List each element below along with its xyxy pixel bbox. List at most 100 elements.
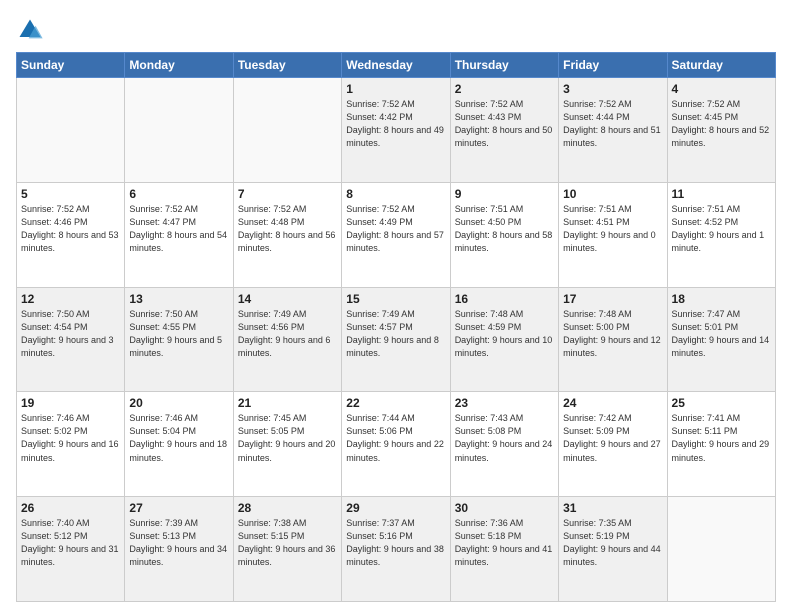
day-info: Sunrise: 7:52 AMSunset: 4:49 PMDaylight:… xyxy=(346,203,445,255)
calendar-cell: 12Sunrise: 7:50 AMSunset: 4:54 PMDayligh… xyxy=(17,287,125,392)
calendar-cell: 14 Sunrise: 7:49 AMSunset: 4:56 PMDayligh… xyxy=(233,287,341,392)
calendar-cell: 9 Sunrise: 7:51 AMSunset: 4:50 PMDaylight… xyxy=(450,182,558,287)
calendar-cell: 20 Sunrise: 7:46 AMSunset: 5:04 PMDayligh… xyxy=(125,392,233,497)
day-number: 3 xyxy=(563,82,662,96)
calendar-cell: 24 Sunrise: 7:42 AMSunset: 5:09 PMDayligh… xyxy=(559,392,667,497)
calendar-cell: 26 Sunrise: 7:40 AMSunset: 5:12 PMDayligh… xyxy=(17,497,125,602)
calendar-cell: 1 Sunrise: 7:52 AMSunset: 4:42 PMDaylight… xyxy=(342,78,450,183)
day-info: Sunrise: 7:52 AMSunset: 4:47 PMDaylight:… xyxy=(129,203,228,255)
calendar-cell: 13 Sunrise: 7:50 AMSunset: 4:55 PMDayligh… xyxy=(125,287,233,392)
day-info: Sunrise: 7:52 AMSunset: 4:43 PMDaylight:… xyxy=(455,98,554,150)
calendar-cell: 18 Sunrise: 7:47 AMSunset: 5:01 PMDayligh… xyxy=(667,287,775,392)
day-number: 17 xyxy=(563,292,662,306)
day-info: Sunrise: 7:36 AMSunset: 5:18 PMDaylight:… xyxy=(455,517,554,569)
day-info: Sunrise: 7:43 AMSunset: 5:08 PMDaylight:… xyxy=(455,412,554,464)
day-info: Sunrise: 7:52 AMSunset: 4:44 PMDaylight:… xyxy=(563,98,662,150)
calendar-cell: 30 Sunrise: 7:36 AMSunset: 5:18 PMDayligh… xyxy=(450,497,558,602)
day-number: 30 xyxy=(455,501,554,515)
calendar-cell: 22Sunrise: 7:44 AMSunset: 5:06 PMDayligh… xyxy=(342,392,450,497)
day-number: 21 xyxy=(238,396,337,410)
day-number: 5 xyxy=(21,187,120,201)
week-row-4: 26 Sunrise: 7:40 AMSunset: 5:12 PMDayligh… xyxy=(17,497,776,602)
calendar-cell: 10 Sunrise: 7:51 AMSunset: 4:51 PMDayligh… xyxy=(559,182,667,287)
day-number: 14 xyxy=(238,292,337,306)
logo xyxy=(16,16,48,44)
week-row-2: 12Sunrise: 7:50 AMSunset: 4:54 PMDayligh… xyxy=(17,287,776,392)
calendar-cell: 6 Sunrise: 7:52 AMSunset: 4:47 PMDaylight… xyxy=(125,182,233,287)
day-number: 11 xyxy=(672,187,771,201)
day-info: Sunrise: 7:41 AMSunset: 5:11 PMDaylight:… xyxy=(672,412,771,464)
page: SundayMondayTuesdayWednesdayThursdayFrid… xyxy=(0,0,792,612)
day-info: Sunrise: 7:45 AMSunset: 5:05 PMDaylight:… xyxy=(238,412,337,464)
day-info: Sunrise: 7:42 AMSunset: 5:09 PMDaylight:… xyxy=(563,412,662,464)
calendar-cell: 31Sunrise: 7:35 AMSunset: 5:19 PMDayligh… xyxy=(559,497,667,602)
day-info: Sunrise: 7:46 AMSunset: 5:02 PMDaylight:… xyxy=(21,412,120,464)
day-info: Sunrise: 7:44 AMSunset: 5:06 PMDaylight:… xyxy=(346,412,445,464)
calendar-cell: 29 Sunrise: 7:37 AMSunset: 5:16 PMDayligh… xyxy=(342,497,450,602)
day-info: Sunrise: 7:52 AMSunset: 4:48 PMDaylight:… xyxy=(238,203,337,255)
calendar-cell: 25Sunrise: 7:41 AMSunset: 5:11 PMDayligh… xyxy=(667,392,775,497)
weekday-thursday: Thursday xyxy=(450,53,558,78)
day-info: Sunrise: 7:50 AMSunset: 4:55 PMDaylight:… xyxy=(129,308,228,360)
week-row-1: 5 Sunrise: 7:52 AMSunset: 4:46 PMDaylight… xyxy=(17,182,776,287)
weekday-tuesday: Tuesday xyxy=(233,53,341,78)
day-number: 10 xyxy=(563,187,662,201)
calendar-cell: 2 Sunrise: 7:52 AMSunset: 4:43 PMDaylight… xyxy=(450,78,558,183)
calendar-cell: 7 Sunrise: 7:52 AMSunset: 4:48 PMDaylight… xyxy=(233,182,341,287)
calendar-cell: 28 Sunrise: 7:38 AMSunset: 5:15 PMDayligh… xyxy=(233,497,341,602)
day-info: Sunrise: 7:40 AMSunset: 5:12 PMDaylight:… xyxy=(21,517,120,569)
day-number: 4 xyxy=(672,82,771,96)
day-number: 27 xyxy=(129,501,228,515)
calendar-cell xyxy=(233,78,341,183)
day-number: 9 xyxy=(455,187,554,201)
day-number: 18 xyxy=(672,292,771,306)
day-info: Sunrise: 7:47 AMSunset: 5:01 PMDaylight:… xyxy=(672,308,771,360)
day-info: Sunrise: 7:48 AMSunset: 4:59 PMDaylight:… xyxy=(455,308,554,360)
day-number: 1 xyxy=(346,82,445,96)
weekday-sunday: Sunday xyxy=(17,53,125,78)
day-number: 20 xyxy=(129,396,228,410)
day-info: Sunrise: 7:51 AMSunset: 4:52 PMDaylight:… xyxy=(672,203,771,255)
day-info: Sunrise: 7:50 AMSunset: 4:54 PMDaylight:… xyxy=(21,308,120,360)
day-number: 31 xyxy=(563,501,662,515)
day-info: Sunrise: 7:37 AMSunset: 5:16 PMDaylight:… xyxy=(346,517,445,569)
header xyxy=(16,12,776,44)
calendar-cell: 16 Sunrise: 7:48 AMSunset: 4:59 PMDayligh… xyxy=(450,287,558,392)
calendar-cell: 19 Sunrise: 7:46 AMSunset: 5:02 PMDayligh… xyxy=(17,392,125,497)
day-number: 6 xyxy=(129,187,228,201)
day-number: 8 xyxy=(346,187,445,201)
day-info: Sunrise: 7:52 AMSunset: 4:42 PMDaylight:… xyxy=(346,98,445,150)
day-number: 2 xyxy=(455,82,554,96)
day-number: 29 xyxy=(346,501,445,515)
day-number: 7 xyxy=(238,187,337,201)
weekday-header-row: SundayMondayTuesdayWednesdayThursdayFrid… xyxy=(17,53,776,78)
day-number: 19 xyxy=(21,396,120,410)
day-info: Sunrise: 7:49 AMSunset: 4:56 PMDaylight:… xyxy=(238,308,337,360)
calendar-cell: 23Sunrise: 7:43 AMSunset: 5:08 PMDayligh… xyxy=(450,392,558,497)
calendar-cell: 17Sunrise: 7:48 AMSunset: 5:00 PMDayligh… xyxy=(559,287,667,392)
day-info: Sunrise: 7:51 AMSunset: 4:51 PMDaylight:… xyxy=(563,203,662,255)
calendar-cell: 4Sunrise: 7:52 AMSunset: 4:45 PMDaylight… xyxy=(667,78,775,183)
day-info: Sunrise: 7:51 AMSunset: 4:50 PMDaylight:… xyxy=(455,203,554,255)
day-info: Sunrise: 7:49 AMSunset: 4:57 PMDaylight:… xyxy=(346,308,445,360)
day-number: 16 xyxy=(455,292,554,306)
week-row-0: 1 Sunrise: 7:52 AMSunset: 4:42 PMDaylight… xyxy=(17,78,776,183)
week-row-3: 19 Sunrise: 7:46 AMSunset: 5:02 PMDayligh… xyxy=(17,392,776,497)
day-number: 24 xyxy=(563,396,662,410)
day-number: 26 xyxy=(21,501,120,515)
calendar-cell: 21 Sunrise: 7:45 AMSunset: 5:05 PMDayligh… xyxy=(233,392,341,497)
day-info: Sunrise: 7:52 AMSunset: 4:46 PMDaylight:… xyxy=(21,203,120,255)
calendar-cell: 3 Sunrise: 7:52 AMSunset: 4:44 PMDaylight… xyxy=(559,78,667,183)
day-number: 15 xyxy=(346,292,445,306)
calendar-cell xyxy=(125,78,233,183)
day-number: 13 xyxy=(129,292,228,306)
calendar-cell: 27 Sunrise: 7:39 AMSunset: 5:13 PMDayligh… xyxy=(125,497,233,602)
calendar-cell xyxy=(17,78,125,183)
calendar-cell xyxy=(667,497,775,602)
day-info: Sunrise: 7:46 AMSunset: 5:04 PMDaylight:… xyxy=(129,412,228,464)
day-number: 28 xyxy=(238,501,337,515)
calendar-cell: 15 Sunrise: 7:49 AMSunset: 4:57 PMDayligh… xyxy=(342,287,450,392)
day-info: Sunrise: 7:38 AMSunset: 5:15 PMDaylight:… xyxy=(238,517,337,569)
weekday-wednesday: Wednesday xyxy=(342,53,450,78)
day-info: Sunrise: 7:39 AMSunset: 5:13 PMDaylight:… xyxy=(129,517,228,569)
